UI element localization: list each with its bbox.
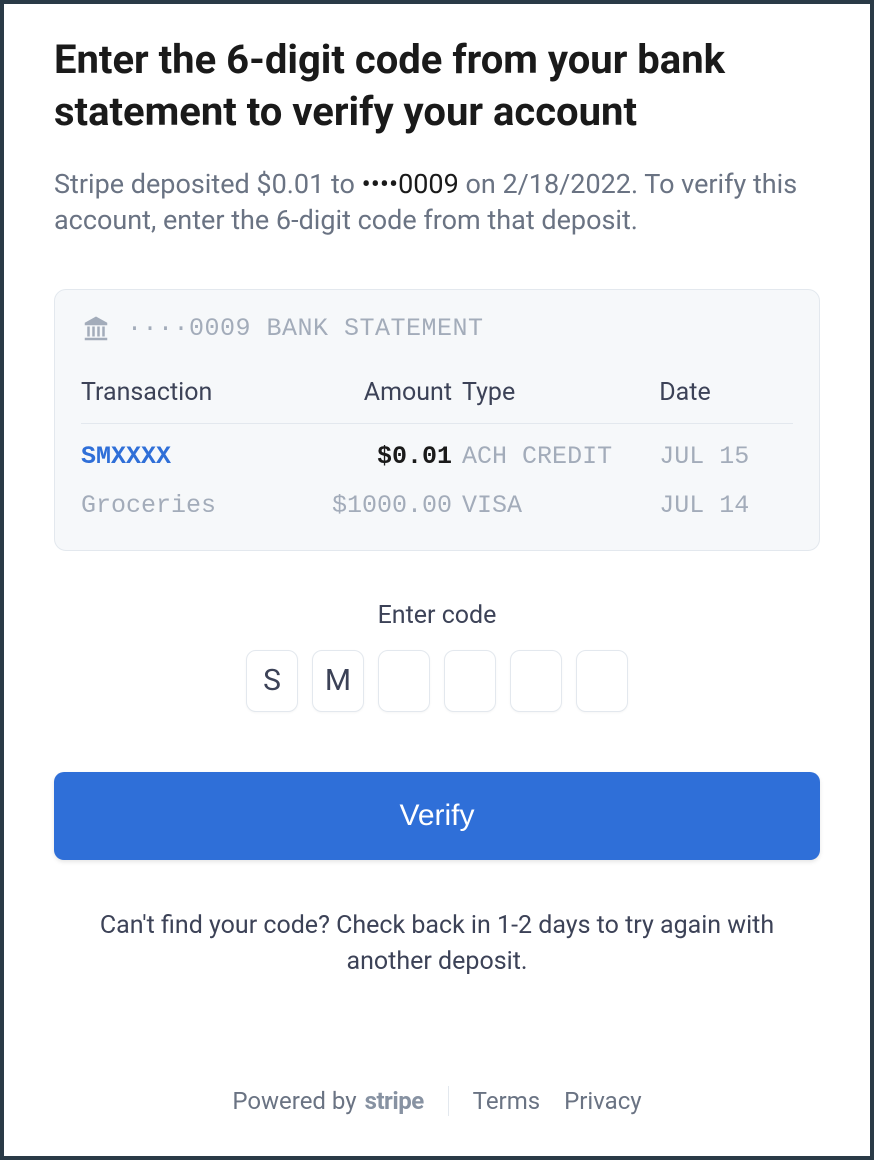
subtitle-prefix: Stripe deposited $0.01 to bbox=[54, 168, 362, 200]
cell-amount: $1000.00 bbox=[292, 491, 452, 520]
col-header-date: Date bbox=[659, 378, 793, 407]
cell-transaction: SMXXXX bbox=[81, 442, 282, 471]
page-title: Enter the 6-digit code from your bank st… bbox=[54, 34, 820, 138]
statement-header: ····0009 BANK STATEMENT bbox=[81, 314, 793, 344]
account-number-masked: ••••0009 bbox=[362, 168, 459, 200]
footer: Powered by stripe Terms Privacy bbox=[54, 1086, 820, 1116]
code-input-3[interactable] bbox=[378, 650, 430, 712]
footer-divider bbox=[448, 1086, 449, 1116]
table-row: Groceries $1000.00 VISA JUL 14 bbox=[81, 481, 793, 530]
code-entry-section: Enter code bbox=[54, 601, 820, 712]
bank-icon bbox=[81, 314, 111, 344]
powered-by: Powered by stripe bbox=[232, 1087, 423, 1115]
cell-transaction: Groceries bbox=[81, 491, 282, 520]
cell-date: JUL 14 bbox=[659, 491, 793, 520]
cell-date: JUL 15 bbox=[659, 442, 793, 471]
help-text: Can't find your code? Check back in 1-2 … bbox=[54, 908, 820, 981]
col-header-amount: Amount bbox=[292, 378, 452, 407]
code-input-5[interactable] bbox=[510, 650, 562, 712]
code-input-4[interactable] bbox=[444, 650, 496, 712]
privacy-link[interactable]: Privacy bbox=[564, 1087, 642, 1115]
col-header-type: Type bbox=[462, 378, 649, 407]
powered-by-label: Powered by bbox=[232, 1087, 356, 1115]
statement-label: ····0009 BANK STATEMENT bbox=[127, 314, 484, 343]
col-header-transaction: Transaction bbox=[81, 378, 282, 407]
statement-table: Transaction Amount Type Date SMXXXX $0.0… bbox=[81, 368, 793, 530]
terms-link[interactable]: Terms bbox=[473, 1087, 540, 1115]
cell-type: VISA bbox=[462, 491, 649, 520]
stripe-logo: stripe bbox=[365, 1087, 424, 1115]
cell-amount: $0.01 bbox=[292, 442, 452, 471]
code-input-1[interactable] bbox=[246, 650, 298, 712]
table-row: SMXXXX $0.01 ACH CREDIT JUL 15 bbox=[81, 432, 793, 481]
bank-statement-card: ····0009 BANK STATEMENT Transaction Amou… bbox=[54, 289, 820, 551]
code-input-6[interactable] bbox=[576, 650, 628, 712]
verify-button[interactable]: Verify bbox=[54, 772, 820, 860]
cell-type: ACH CREDIT bbox=[462, 442, 649, 471]
code-label: Enter code bbox=[54, 601, 820, 630]
code-input-2[interactable] bbox=[312, 650, 364, 712]
table-header-row: Transaction Amount Type Date bbox=[81, 368, 793, 424]
code-inputs bbox=[54, 650, 820, 712]
instruction-text: Stripe deposited $0.01 to ••••0009 on 2/… bbox=[54, 166, 820, 239]
